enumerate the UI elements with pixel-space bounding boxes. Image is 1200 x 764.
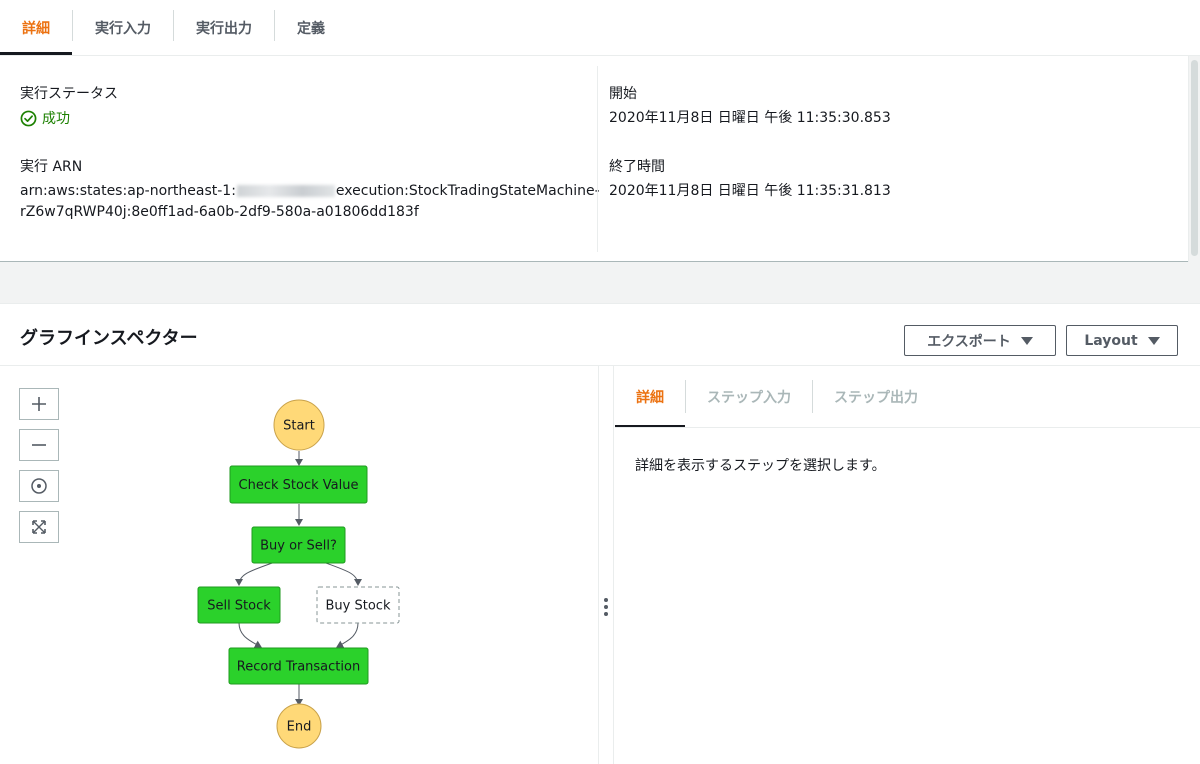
node-buy-stock[interactable]: Buy Stock bbox=[316, 586, 400, 624]
execution-details-panel: 詳細 実行入力 実行出力 定義 実行ステータス 成功 実行 ARN arn:aw… bbox=[0, 0, 1200, 262]
node-record-transaction-label: Record Transaction bbox=[237, 660, 360, 675]
arn-prefix: arn:aws:states:ap-northeast-1: bbox=[20, 183, 236, 199]
end-time-label: 終了時間 bbox=[609, 159, 665, 175]
state-machine-graph: Start Check Stock Value Buy or Sell? Sel… bbox=[197, 399, 400, 749]
caret-down-icon bbox=[1147, 336, 1160, 345]
graph-inspector-panel: グラフインスペクター エクスポート Layout Start Check Sto… bbox=[0, 303, 1200, 764]
start-time-value: 2020年11月8日 日曜日 午後 11:35:30.853 bbox=[609, 110, 891, 126]
tab-step-output[interactable]: ステップ出力 bbox=[813, 366, 939, 427]
graph-canvas[interactable]: Start Check Stock Value Buy or Sell? Sel… bbox=[0, 366, 598, 764]
execution-status-value: 成功 bbox=[42, 111, 70, 127]
execution-arn-label: 実行 ARN bbox=[20, 159, 83, 175]
redacted-account-id bbox=[236, 185, 335, 197]
execution-status: 成功 bbox=[20, 108, 70, 128]
edge-buy-record bbox=[336, 622, 359, 648]
graph-inspector-title: グラフインスペクター bbox=[20, 328, 198, 349]
tab-execution-input[interactable]: 実行入力 bbox=[73, 0, 173, 55]
graph-inspector-header: グラフインスペクター エクスポート Layout bbox=[0, 304, 1200, 366]
caret-down-icon bbox=[1020, 336, 1033, 345]
edge-choice-buy bbox=[322, 561, 362, 586]
layout-button[interactable]: Layout bbox=[1066, 325, 1178, 356]
tab-step-details[interactable]: 詳細 bbox=[615, 366, 685, 427]
node-buy-or-sell-label: Buy or Sell? bbox=[260, 539, 337, 554]
execution-arn-value: arn:aws:states:ap-northeast-1: execution:… bbox=[20, 181, 600, 223]
arn-suffix: execution:StockTradingStateMachine- bbox=[335, 183, 600, 199]
arn-line-1: arn:aws:states:ap-northeast-1: execution:… bbox=[20, 181, 600, 202]
split-resize-handle[interactable] bbox=[598, 366, 614, 764]
node-record-transaction[interactable]: Record Transaction bbox=[228, 647, 369, 685]
node-start-label: Start bbox=[283, 419, 315, 434]
node-end[interactable]: End bbox=[276, 703, 322, 749]
column-divider bbox=[597, 66, 598, 252]
execution-status-label: 実行ステータス bbox=[20, 86, 118, 102]
node-check-stock-value[interactable]: Check Stock Value bbox=[229, 465, 368, 504]
drag-handle-icon bbox=[604, 598, 608, 616]
tab-definition[interactable]: 定義 bbox=[275, 0, 347, 55]
node-end-label: End bbox=[287, 720, 312, 735]
tab-step-input[interactable]: ステップ入力 bbox=[686, 366, 812, 427]
scrollbar-thumb[interactable] bbox=[1191, 60, 1198, 256]
select-step-message: 詳細を表示するステップを選択します。 bbox=[635, 458, 886, 474]
execution-tabs: 詳細 実行入力 実行出力 定義 bbox=[0, 0, 1200, 56]
tab-execution-output[interactable]: 実行出力 bbox=[174, 0, 274, 55]
node-buy-or-sell[interactable]: Buy or Sell? bbox=[251, 526, 346, 564]
layout-button-label: Layout bbox=[1084, 332, 1138, 349]
scrollbar[interactable] bbox=[1188, 56, 1200, 262]
step-details-tabs: 詳細 ステップ入力 ステップ出力 bbox=[615, 366, 1200, 428]
node-check-stock-value-label: Check Stock Value bbox=[239, 478, 359, 493]
edge-choice-sell bbox=[235, 561, 276, 586]
node-sell-stock-label: Sell Stock bbox=[207, 599, 271, 614]
export-button-label: エクスポート bbox=[927, 333, 1011, 350]
node-sell-stock[interactable]: Sell Stock bbox=[197, 586, 281, 624]
node-start[interactable]: Start bbox=[273, 399, 325, 451]
check-circle-icon bbox=[20, 110, 37, 126]
tab-details[interactable]: 詳細 bbox=[0, 0, 72, 55]
node-buy-stock-label: Buy Stock bbox=[326, 599, 391, 614]
start-time-label: 開始 bbox=[609, 86, 637, 102]
edge-sell-record bbox=[238, 622, 262, 648]
arn-line-2: rZ6w7qRWP40j:8e0ff1ad-6a0b-2df9-580a-a01… bbox=[20, 204, 419, 220]
end-time-value: 2020年11月8日 日曜日 午後 11:35:31.813 bbox=[609, 183, 891, 199]
export-button[interactable]: エクスポート bbox=[904, 325, 1056, 356]
